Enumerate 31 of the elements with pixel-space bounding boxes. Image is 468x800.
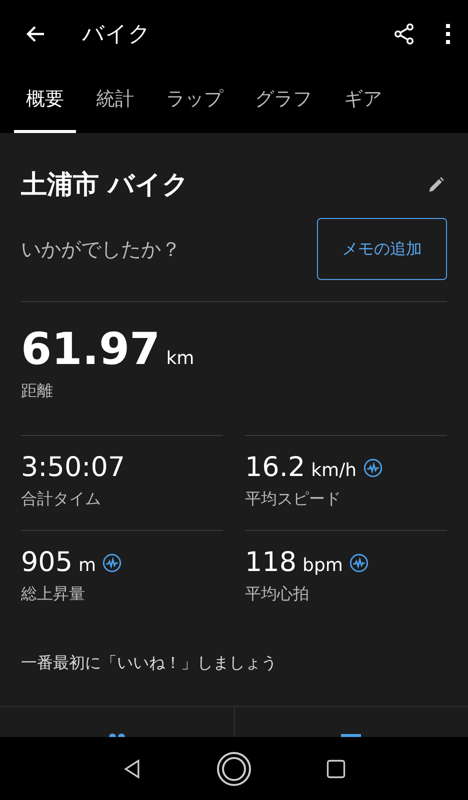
stat-label: 平均スピード — [245, 489, 342, 510]
chart-icon[interactable] — [102, 552, 122, 572]
activity-name: 土浦市 バイク — [21, 169, 190, 202]
distance-value: 61.97 — [21, 324, 160, 375]
tab[interactable]: グラフ — [243, 68, 324, 133]
stat-label: 平均心拍 — [245, 584, 310, 605]
prompt-text: いかがでしたか？ — [21, 236, 181, 262]
stat-value: 3:50:07 — [21, 452, 126, 483]
more-icon[interactable] — [444, 22, 452, 46]
distance-label: 距離 — [21, 381, 54, 402]
pencil-icon[interactable] — [427, 176, 445, 194]
recents-nav-icon[interactable] — [324, 758, 347, 780]
stat-label: 総上昇量 — [21, 584, 86, 605]
stat-value: 16.2 — [245, 452, 306, 483]
tab[interactable]: ラップ — [154, 68, 235, 133]
chart-icon[interactable] — [362, 458, 383, 478]
share-icon[interactable] — [392, 22, 416, 46]
stat-value: 118 — [245, 547, 297, 578]
distance-unit: km — [166, 348, 194, 369]
like-prompt: 一番最初に「いいね！」しましょう — [21, 653, 278, 674]
tab[interactable]: 統計 — [84, 68, 146, 133]
screen-title: バイク — [82, 21, 152, 49]
stat-value: 905 — [21, 547, 73, 578]
stat-unit: bpm — [302, 555, 343, 576]
home-nav-icon[interactable] — [216, 750, 252, 786]
stat-unit: km/h — [311, 460, 357, 481]
tab[interactable]: ギア — [332, 68, 394, 133]
add-memo-button[interactable]: メモの追加 — [317, 218, 447, 280]
chart-icon[interactable] — [348, 552, 369, 572]
stat-label: 合計タイム — [21, 489, 102, 510]
stat-unit: m — [78, 555, 96, 576]
